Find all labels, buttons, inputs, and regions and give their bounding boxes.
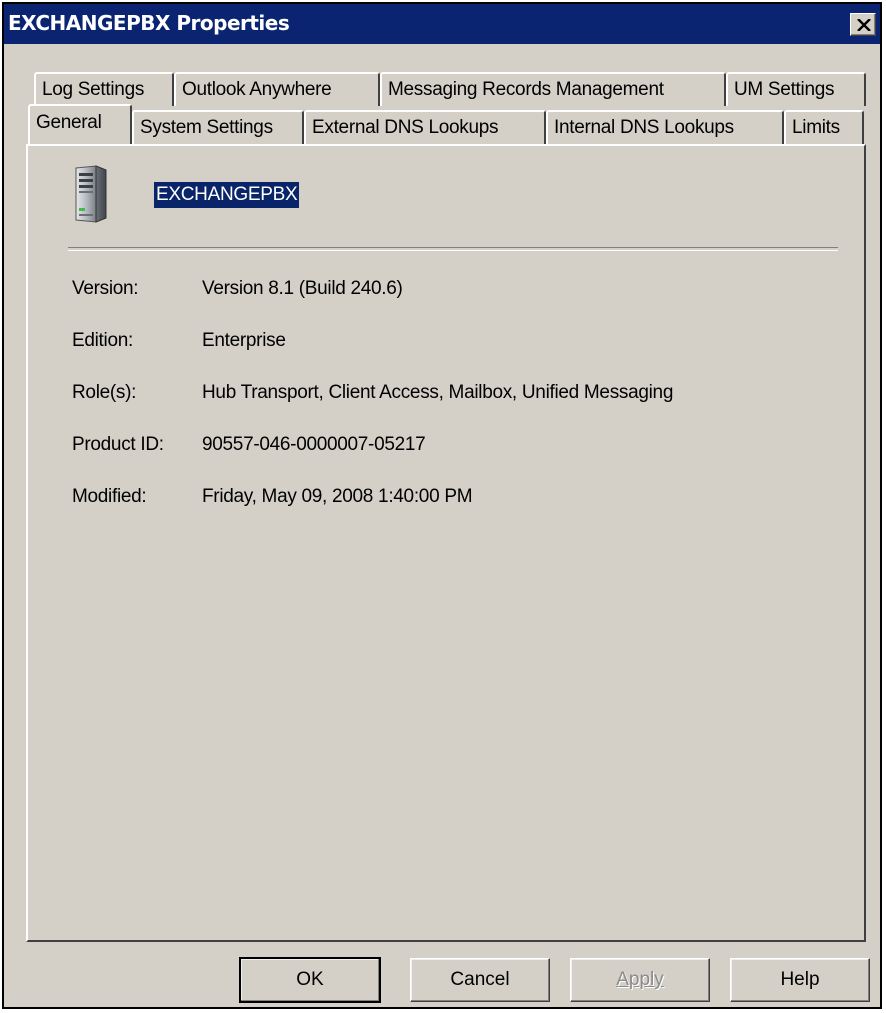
tab-outlook-anywhere[interactable]: Outlook Anywhere [174, 72, 380, 106]
general-tab-panel [26, 144, 866, 942]
product-id-label: Product ID: [72, 434, 164, 455]
tab-general[interactable]: General [28, 104, 132, 144]
properties-dialog: EXCHANGEPBX Properties Log Settings Outl… [2, 2, 882, 1009]
server-tower-icon [75, 165, 107, 223]
apply-button: Apply [570, 958, 710, 1002]
tab-system-settings[interactable]: System Settings [132, 110, 304, 144]
tab-limits[interactable]: Limits [784, 110, 864, 144]
tab-um-settings[interactable]: UM Settings [726, 72, 866, 106]
help-button[interactable]: Help [730, 958, 870, 1002]
product-id-value: 90557-046-0000007-05217 [202, 434, 426, 455]
tab-messaging-records-management[interactable]: Messaging Records Management [380, 72, 726, 106]
modified-label: Modified: [72, 486, 147, 507]
tab-internal-dns-lookups[interactable]: Internal DNS Lookups [546, 110, 784, 144]
edition-label: Edition: [72, 330, 133, 351]
version-label: Version: [72, 278, 139, 299]
roles-value: Hub Transport, Client Access, Mailbox, U… [202, 382, 674, 403]
divider [68, 247, 838, 251]
close-icon [857, 19, 871, 31]
tab-external-dns-lookups[interactable]: External DNS Lookups [304, 110, 546, 144]
version-value: Version 8.1 (Build 240.6) [202, 278, 403, 299]
ok-button[interactable]: OK [239, 957, 381, 1003]
cancel-button[interactable]: Cancel [410, 958, 550, 1002]
edition-value: Enterprise [202, 330, 286, 351]
tab-log-settings[interactable]: Log Settings [34, 72, 174, 106]
server-name-field[interactable]: EXCHANGEPBX [154, 182, 300, 208]
modified-value: Friday, May 09, 2008 1:40:00 PM [202, 486, 473, 507]
close-button[interactable] [850, 13, 876, 36]
title-bar[interactable]: EXCHANGEPBX Properties [4, 4, 880, 44]
roles-label: Role(s): [72, 382, 137, 403]
window-title: EXCHANGEPBX Properties [8, 11, 290, 35]
